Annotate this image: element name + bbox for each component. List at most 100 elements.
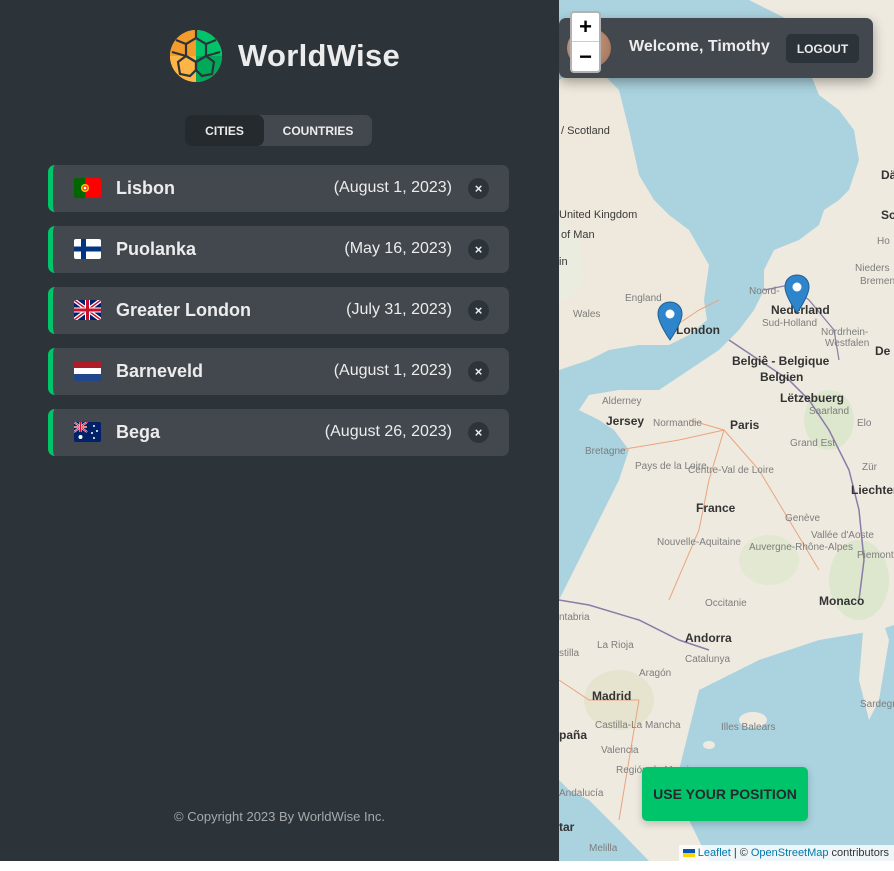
map-label: Bremen <box>860 276 894 287</box>
map-label: Genève <box>785 513 821 524</box>
map-label: Centre-Val de Loire <box>688 465 774 476</box>
city-item-puolanka[interactable]: Puolanka (May 16, 2023) × <box>48 226 509 273</box>
app-name: WorldWise <box>238 38 401 73</box>
map[interactable]: / Scotland United Kingdom of Man in Engl… <box>559 0 894 861</box>
city-name: Puolanka <box>116 239 197 259</box>
copyright-text: © Copyright 2023 By WorldWise Inc. <box>174 809 385 824</box>
map-marker-pin-icon[interactable] <box>784 274 810 314</box>
map-label: Piemonte <box>857 550 894 561</box>
map-label: Sc <box>881 208 894 222</box>
map-label: Castilla-La Mancha <box>595 720 681 731</box>
delete-city-button[interactable]: × <box>468 361 489 382</box>
map-label: Paris <box>730 418 760 432</box>
australia-flag-icon <box>74 422 101 442</box>
map-label: Nordrhein- <box>821 327 869 338</box>
map-label: Belgien <box>760 370 804 384</box>
map-label: Elo <box>857 418 872 429</box>
user-panel: Welcome, Timothy LOGOUT <box>559 18 873 78</box>
city-list: Lisbon (August 1, 2023) × Puolanka (May … <box>48 165 509 470</box>
map-label: La Rioja <box>597 640 634 651</box>
map-label: United Kingdom <box>559 209 638 221</box>
map-label: Auvergne-Rhône-Alpes <box>749 542 853 553</box>
city-name: Barneveld <box>116 361 204 381</box>
map-label: / Scotland <box>561 125 610 137</box>
portugal-flag-icon <box>74 178 101 198</box>
map-label: Bretagne <box>585 446 626 457</box>
map-label: Normandie <box>653 418 702 429</box>
map-label: Ho <box>877 236 890 247</box>
city-name: Lisbon <box>116 178 175 198</box>
delete-city-button[interactable]: × <box>468 239 489 260</box>
map-label: Liechtenstein <box>851 483 894 497</box>
zoom-control: + − <box>570 11 601 73</box>
app-layout: WorldWise CITIES COUNTRIES Lisbon (Augus… <box>0 0 894 861</box>
globe-logo-icon <box>170 30 222 82</box>
city-date: (May 16, 2023) <box>344 240 452 257</box>
openstreetmap-link[interactable]: OpenStreetMap <box>751 847 829 859</box>
city-item-barneveld[interactable]: Barneveld (August 1, 2023) × <box>48 348 509 395</box>
city-name: Greater London <box>116 300 252 320</box>
attribution-suffix: contributors <box>831 847 889 859</box>
map-label: Sud-Holland <box>762 318 818 329</box>
map-label: Saarland <box>809 406 850 417</box>
map-label: of Man <box>561 229 595 241</box>
map-label: Monaco <box>819 594 865 608</box>
map-label: De <box>875 344 891 358</box>
map-label: Madrid <box>592 689 632 703</box>
map-label: Valencia <box>601 745 639 756</box>
zoom-out-button[interactable]: − <box>572 42 599 71</box>
map-label: Nieders <box>855 263 890 274</box>
finland-flag-icon <box>74 239 101 259</box>
map-label: Grand Est <box>790 438 836 449</box>
map-label: Sardegna <box>860 699 894 710</box>
attribution-separator: | © <box>733 847 748 859</box>
map-label: Andorra <box>685 631 732 645</box>
use-your-position-button[interactable]: USE YOUR POSITION <box>642 767 808 821</box>
map-label: tar <box>559 820 575 834</box>
city-date: (August 26, 2023) <box>324 423 452 440</box>
delete-city-button[interactable]: × <box>468 422 489 443</box>
map-attribution: Leaflet | © OpenStreetMap contributors <box>678 845 894 861</box>
map-label: Andalucía <box>559 788 604 799</box>
city-item-bega[interactable]: Bega (August 26, 2023) × <box>48 409 509 456</box>
map-label: Belgiê - Belgique <box>732 354 830 368</box>
map-label: Noord- <box>749 286 780 297</box>
uk-flag-icon <box>74 300 101 320</box>
map-label: Dä <box>881 168 894 182</box>
map-label: Illes Balears <box>721 722 776 733</box>
map-label: in <box>559 256 568 268</box>
map-label: Nouvelle-Aquitaine <box>657 537 741 548</box>
map-label: Aragón <box>639 668 672 679</box>
city-name: Bega <box>116 422 161 442</box>
tab-cities[interactable]: CITIES <box>185 115 264 146</box>
logo[interactable]: WorldWise <box>168 28 400 84</box>
map-label: Jersey <box>606 414 645 428</box>
map-label: Westfalen <box>825 338 870 349</box>
view-tabs: CITIES COUNTRIES <box>185 115 372 146</box>
tab-countries[interactable]: COUNTRIES <box>264 115 372 146</box>
delete-city-button[interactable]: × <box>468 178 489 199</box>
logout-button[interactable]: LOGOUT <box>786 34 859 63</box>
map-label: France <box>696 501 736 515</box>
map-label: Alderney <box>602 396 642 407</box>
map-label: Lëtzebuerg <box>780 391 845 405</box>
city-item-lisbon[interactable]: Lisbon (August 1, 2023) × <box>48 165 509 212</box>
city-item-greater-london[interactable]: Greater London (July 31, 2023) × <box>48 287 509 334</box>
city-date: (July 31, 2023) <box>346 301 452 318</box>
map-label: Occitanie <box>705 598 747 609</box>
map-marker-pin-icon[interactable] <box>657 301 683 341</box>
zoom-in-button[interactable]: + <box>572 13 599 42</box>
ukraine-flag-icon <box>682 849 695 857</box>
leaflet-link[interactable]: Leaflet <box>698 847 731 859</box>
netherlands-flag-icon <box>74 361 101 381</box>
map-label: paña <box>559 728 588 742</box>
map-label: stilla <box>559 648 580 659</box>
map-label: ntabria <box>559 612 590 623</box>
map-label: Vallée d'Aoste <box>811 530 874 541</box>
sidebar: WorldWise CITIES COUNTRIES Lisbon (Augus… <box>0 0 559 861</box>
map-label: Zür <box>862 462 877 473</box>
map-label: Melilla <box>589 843 618 854</box>
welcome-text: Welcome, Timothy <box>629 38 770 55</box>
delete-city-button[interactable]: × <box>468 300 489 321</box>
map-label: Catalunya <box>685 654 731 665</box>
